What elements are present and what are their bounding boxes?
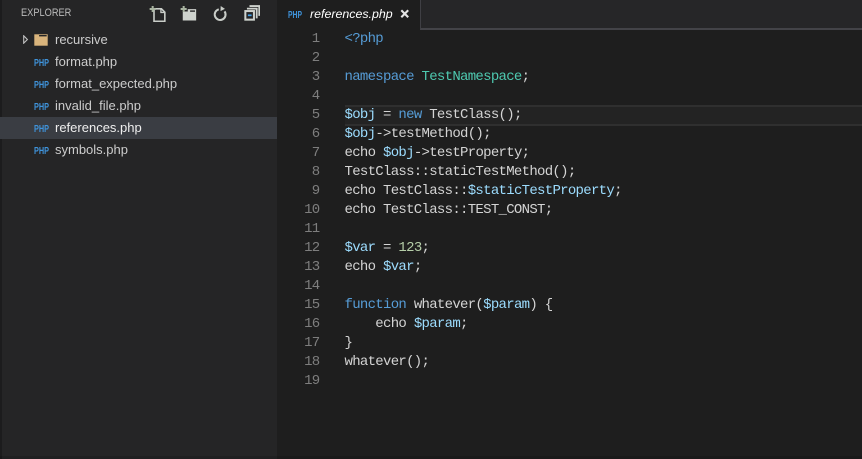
svg-text:PHP: PHP: [34, 102, 49, 111]
svg-text:PHP: PHP: [34, 58, 49, 67]
svg-text:PHP: PHP: [34, 124, 49, 133]
svg-text:PHP: PHP: [288, 10, 302, 19]
svg-text:PHP: PHP: [34, 146, 49, 155]
svg-text:PHP: PHP: [34, 80, 49, 89]
